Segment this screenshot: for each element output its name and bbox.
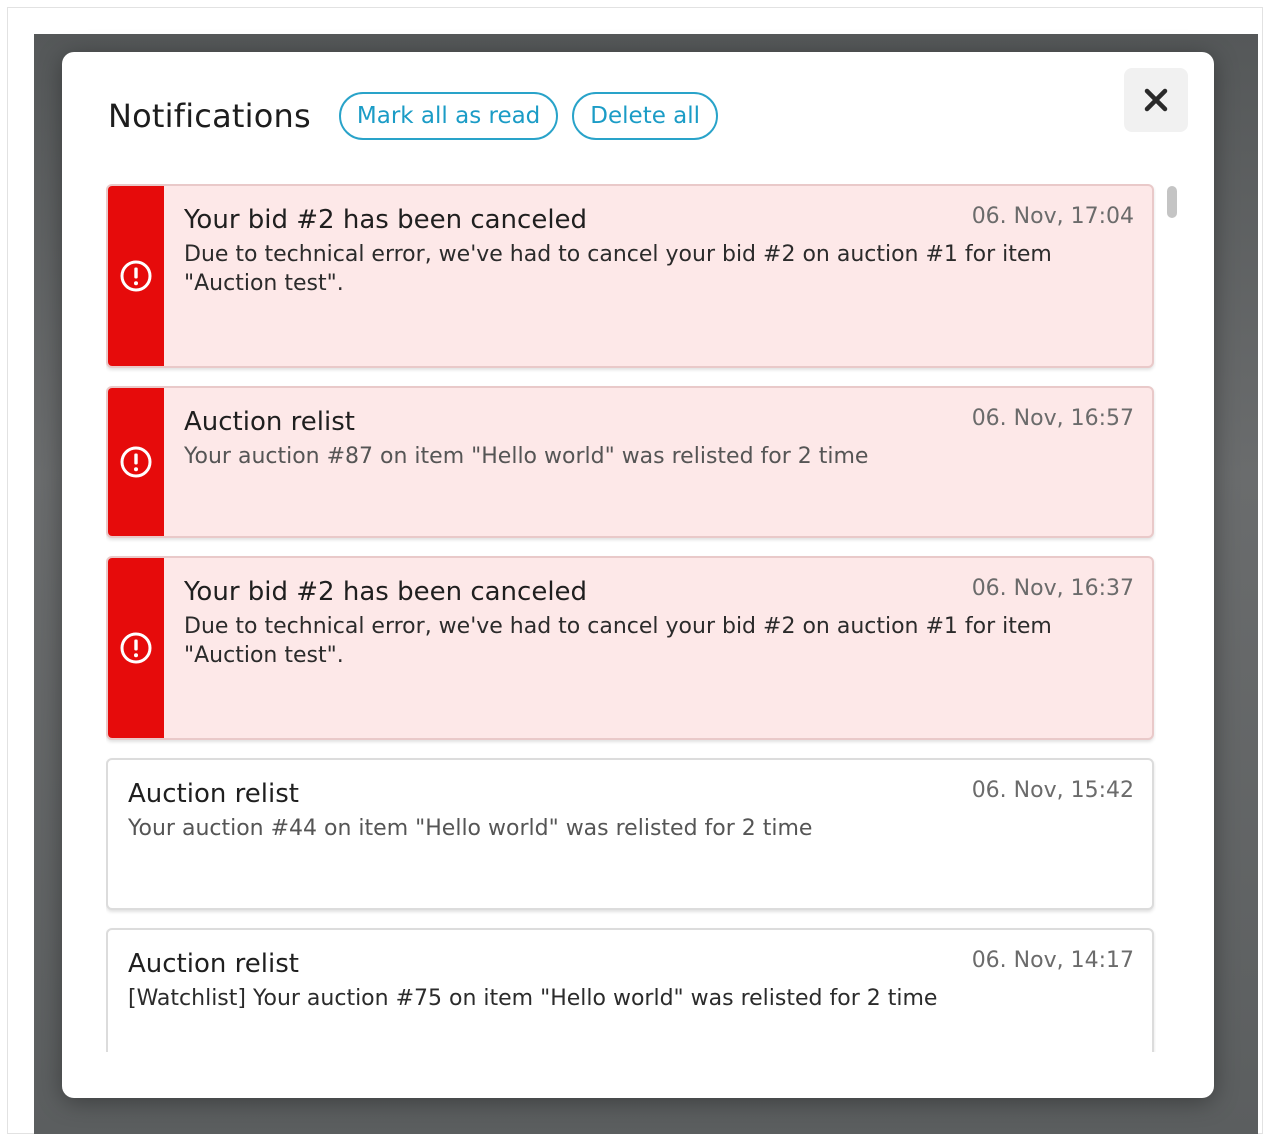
modal-header: Notifications Mark all as read Delete al…: [108, 92, 732, 140]
notification-card[interactable]: Your bid #2 has been canceled Due to tec…: [106, 184, 1154, 368]
notification-message: Your auction #44 on item "Hello world" w…: [128, 816, 813, 841]
notification-message: Due to technical error, we've had to can…: [184, 614, 1052, 668]
notification-card[interactable]: Auction relist Your auction #44 on item …: [106, 758, 1154, 910]
notification-time: 06. Nov, 17:04: [971, 204, 1134, 229]
notification-body: Your bid #2 has been canceled Due to tec…: [108, 558, 1152, 670]
scrollbar-thumb[interactable]: [1167, 186, 1177, 218]
notification-time: 06. Nov, 14:17: [971, 948, 1134, 973]
notification-message: [Watchlist] Your auction #75 on item "He…: [128, 986, 938, 1011]
notification-list[interactable]: Your bid #2 has been canceled Due to tec…: [106, 184, 1156, 1052]
notifications-modal: Notifications Mark all as read Delete al…: [62, 52, 1214, 1098]
close-button[interactable]: [1124, 68, 1188, 132]
notification-time: 06. Nov, 15:42: [971, 778, 1134, 803]
notification-card[interactable]: Your bid #2 has been canceled Due to tec…: [106, 556, 1154, 740]
scrollbar[interactable]: [1166, 184, 1178, 1052]
notification-time: 06. Nov, 16:37: [971, 576, 1134, 601]
notification-card[interactable]: Auction relist [Watchlist] Your auction …: [106, 928, 1154, 1052]
notification-card[interactable]: Auction relist Your auction #87 on item …: [106, 386, 1154, 538]
notification-time: 06. Nov, 16:57: [971, 406, 1134, 431]
notification-message: Your auction #87 on item "Hello world" w…: [184, 444, 869, 469]
delete-all-button[interactable]: Delete all: [572, 92, 719, 140]
close-icon: [1144, 88, 1168, 112]
notification-message: Due to technical error, we've had to can…: [184, 242, 1052, 296]
modal-title: Notifications: [108, 97, 311, 135]
notification-body: Your bid #2 has been canceled Due to tec…: [108, 186, 1152, 298]
mark-all-read-button[interactable]: Mark all as read: [338, 92, 559, 140]
